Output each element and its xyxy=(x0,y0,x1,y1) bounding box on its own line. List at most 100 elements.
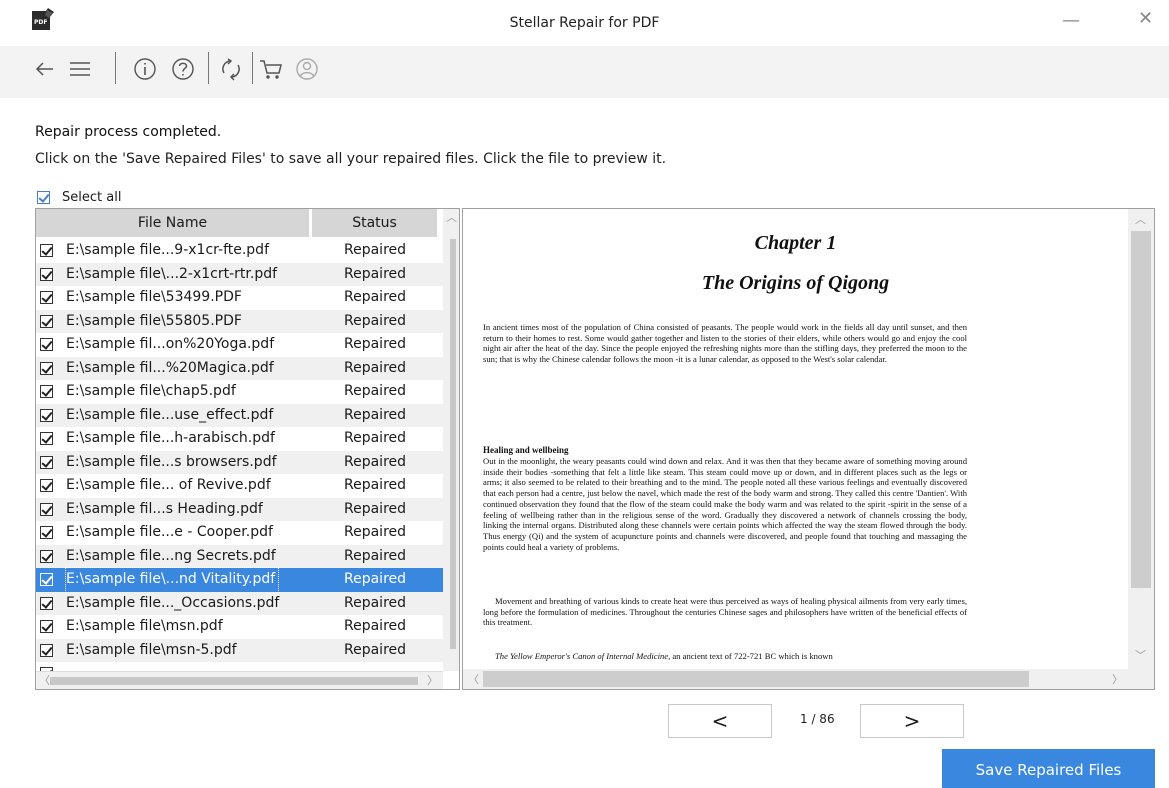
file-name-cell: E:\sample file...s browsers.pdf xyxy=(66,453,277,470)
row-checkbox[interactable] xyxy=(40,408,53,422)
user-icon[interactable] xyxy=(294,56,320,82)
status-cell: Repaired xyxy=(344,336,407,352)
file-list-horizontal-scrollbar[interactable]: 〈 〉 xyxy=(36,671,443,689)
table-row[interactable]: E:\sample file\...2-x1crt-rtr.pdf Repaire… xyxy=(36,262,443,286)
file-name-cell: E:\sample file...e - Cooper.pdf xyxy=(66,524,273,540)
row-checkbox[interactable] xyxy=(40,338,53,351)
preview-page: Chapter 1 The Origins of Qigong In ancie… xyxy=(463,209,1128,669)
file-name-cell: E:\sample file...h-arabisch.pdf xyxy=(66,430,275,446)
status-cell: Repaired xyxy=(344,359,407,376)
status-cell: Repaired xyxy=(344,265,407,282)
table-row[interactable]: E:\sample file...s browsers.pdf Repaired xyxy=(36,450,443,474)
row-checkbox[interactable] xyxy=(40,244,53,257)
row-checkbox[interactable] xyxy=(40,314,53,328)
toolbar-divider xyxy=(208,52,209,84)
file-name-cell: E:\sample file\msn.pdf xyxy=(66,618,223,634)
table-row[interactable]: E:\sample fil...on%20Yoga.pdf Repaired xyxy=(36,333,443,357)
scrollbar-thumb[interactable] xyxy=(450,239,456,649)
status-cell: Repaired xyxy=(344,618,407,634)
toolbar-divider xyxy=(252,52,253,84)
table-row[interactable]: E:\sample file\msn.pdf Repaired xyxy=(36,615,443,639)
scroll-up-icon[interactable]: ︿ xyxy=(443,209,459,226)
minimize-button[interactable]: — xyxy=(1062,10,1080,31)
scroll-left-icon[interactable]: 〈 xyxy=(465,671,482,688)
checkbox-icon[interactable] xyxy=(37,190,50,204)
file-name-cell: E:\sample fil...s Heading.pdf xyxy=(66,500,263,517)
file-name-cell: E:\sample file\55805.PDF xyxy=(66,312,242,329)
file-name-cell: E:\sample fil...%20Magica.pdf xyxy=(66,359,274,376)
row-checkbox[interactable] xyxy=(40,385,53,398)
file-preview-pane: Chapter 1 The Origins of Qigong In ancie… xyxy=(462,208,1155,690)
status-cell: Repaired xyxy=(344,594,407,611)
scroll-down-icon[interactable]: ﹀ xyxy=(1132,647,1149,664)
save-repaired-files-button[interactable]: Save Repaired Files xyxy=(942,749,1155,788)
table-row[interactable]: E:\sample file..._Occasions.pdf Repaired xyxy=(36,591,443,615)
menu-icon[interactable] xyxy=(67,56,93,82)
row-checkbox[interactable] xyxy=(40,549,53,563)
table-row[interactable]: E:\sample fil...%20Magica.pdf Repaired xyxy=(36,356,443,380)
file-name-cell: E:\sample file... of Revive.pdf xyxy=(66,477,271,493)
preview-horizontal-scrollbar[interactable]: 〈 〉 xyxy=(463,669,1154,689)
row-checkbox[interactable] xyxy=(40,502,53,516)
table-row[interactable]: E:\sample file...ng Secrets.pdf Repaired xyxy=(36,544,443,568)
table-row[interactable]: E:\sample file... of Revive.pdf Repaired xyxy=(36,474,443,498)
row-checkbox[interactable] xyxy=(40,643,53,657)
status-cell: Repaired xyxy=(344,383,407,399)
row-checkbox[interactable] xyxy=(40,291,53,304)
scrollbar-thumb[interactable] xyxy=(1131,231,1151,588)
file-list-vertical-scrollbar[interactable]: ︿ xyxy=(443,209,459,671)
file-name-cell: E:\sample file\...nd Vitality.pdf xyxy=(64,567,280,593)
file-name-cell: E:\sample file\53499.PDF xyxy=(66,289,242,305)
window-title: Stellar Repair for PDF xyxy=(509,15,660,31)
file-name-cell: E:\sample file\chap5.pdf xyxy=(66,383,236,399)
cart-icon[interactable] xyxy=(258,56,284,82)
table-row[interactable]: E:\sample file\chap5.pdf Repaired xyxy=(36,380,443,404)
row-checkbox[interactable] xyxy=(40,361,53,375)
row-checkbox[interactable] xyxy=(40,432,53,445)
info-icon[interactable] xyxy=(132,56,158,82)
scroll-up-icon[interactable]: ︿ xyxy=(1132,211,1149,228)
preview-paragraph: Movement and breathing of various kinds … xyxy=(483,596,967,628)
close-button[interactable]: ✕ xyxy=(1138,8,1153,29)
table-row[interactable]: E:\sample file...9-x1cr-fte.pdf Repaired xyxy=(36,239,443,263)
row-checkbox[interactable] xyxy=(40,596,53,610)
preview-section-heading: Healing and wellbeing xyxy=(483,445,569,455)
row-checkbox[interactable] xyxy=(40,620,53,633)
preview-book-title: The Yellow Emperor's Canon of Internal M… xyxy=(495,651,671,661)
row-checkbox[interactable] xyxy=(40,526,53,539)
row-checkbox[interactable] xyxy=(40,455,53,469)
row-checkbox[interactable] xyxy=(40,267,53,281)
next-page-button[interactable]: > xyxy=(860,704,964,738)
previous-page-button[interactable]: < xyxy=(668,704,772,738)
status-cell: Repaired xyxy=(344,500,407,517)
scrollbar-thumb[interactable] xyxy=(50,677,418,685)
select-all-checkbox[interactable]: Select all xyxy=(37,188,121,206)
refresh-icon[interactable] xyxy=(218,56,244,82)
table-row[interactable]: E:\sample file\53499.PDF Repaired xyxy=(36,286,443,310)
status-cell: Repaired xyxy=(344,477,407,493)
table-row[interactable]: E:\sample fil...s Heading.pdf Repaired xyxy=(36,497,443,521)
scroll-right-icon[interactable]: 〉 xyxy=(1109,671,1126,688)
table-row[interactable]: E:\sample file\msn-5.pdf Repaired xyxy=(36,638,443,662)
scrollbar-thumb[interactable] xyxy=(483,671,1029,687)
scroll-right-icon[interactable]: 〉 xyxy=(424,672,441,689)
back-arrow-icon[interactable] xyxy=(32,56,58,82)
file-list-table: File Name Status E:\sample file...9-x1cr… xyxy=(35,208,460,690)
table-row[interactable]: E:\sample file...h-arabisch.pdf Repaired xyxy=(36,427,443,451)
status-cell: Repaired xyxy=(344,242,407,258)
table-row[interactable]: E:\sample file\55805.PDF Repaired xyxy=(36,309,443,333)
help-icon[interactable] xyxy=(170,56,196,82)
title-bar: PDF Stellar Repair for PDF — ✕ xyxy=(0,0,1169,46)
table-row[interactable]: E:\sample file\...nd Vitality.pdf Repaire… xyxy=(36,567,443,593)
row-checkbox[interactable] xyxy=(40,479,53,492)
toolbar-divider xyxy=(115,52,116,84)
app-window: PDF Stellar Repair for PDF — ✕ Repair pr… xyxy=(0,0,1169,788)
preview-vertical-scrollbar[interactable]: ︿ ﹀ xyxy=(1128,209,1154,669)
table-row[interactable]: E:\sample file...use_effect.pdf Repaired xyxy=(36,403,443,427)
column-header-file-name[interactable]: File Name xyxy=(36,209,310,237)
file-name-cell: E:\sample file...ng Secrets.pdf xyxy=(66,547,276,564)
column-header-status[interactable]: Status xyxy=(312,209,437,237)
row-checkbox[interactable] xyxy=(40,573,53,586)
table-row[interactable]: E:\sample file...e - Cooper.pdf Repaired xyxy=(36,521,443,545)
status-heading: Repair process completed. xyxy=(35,124,222,140)
